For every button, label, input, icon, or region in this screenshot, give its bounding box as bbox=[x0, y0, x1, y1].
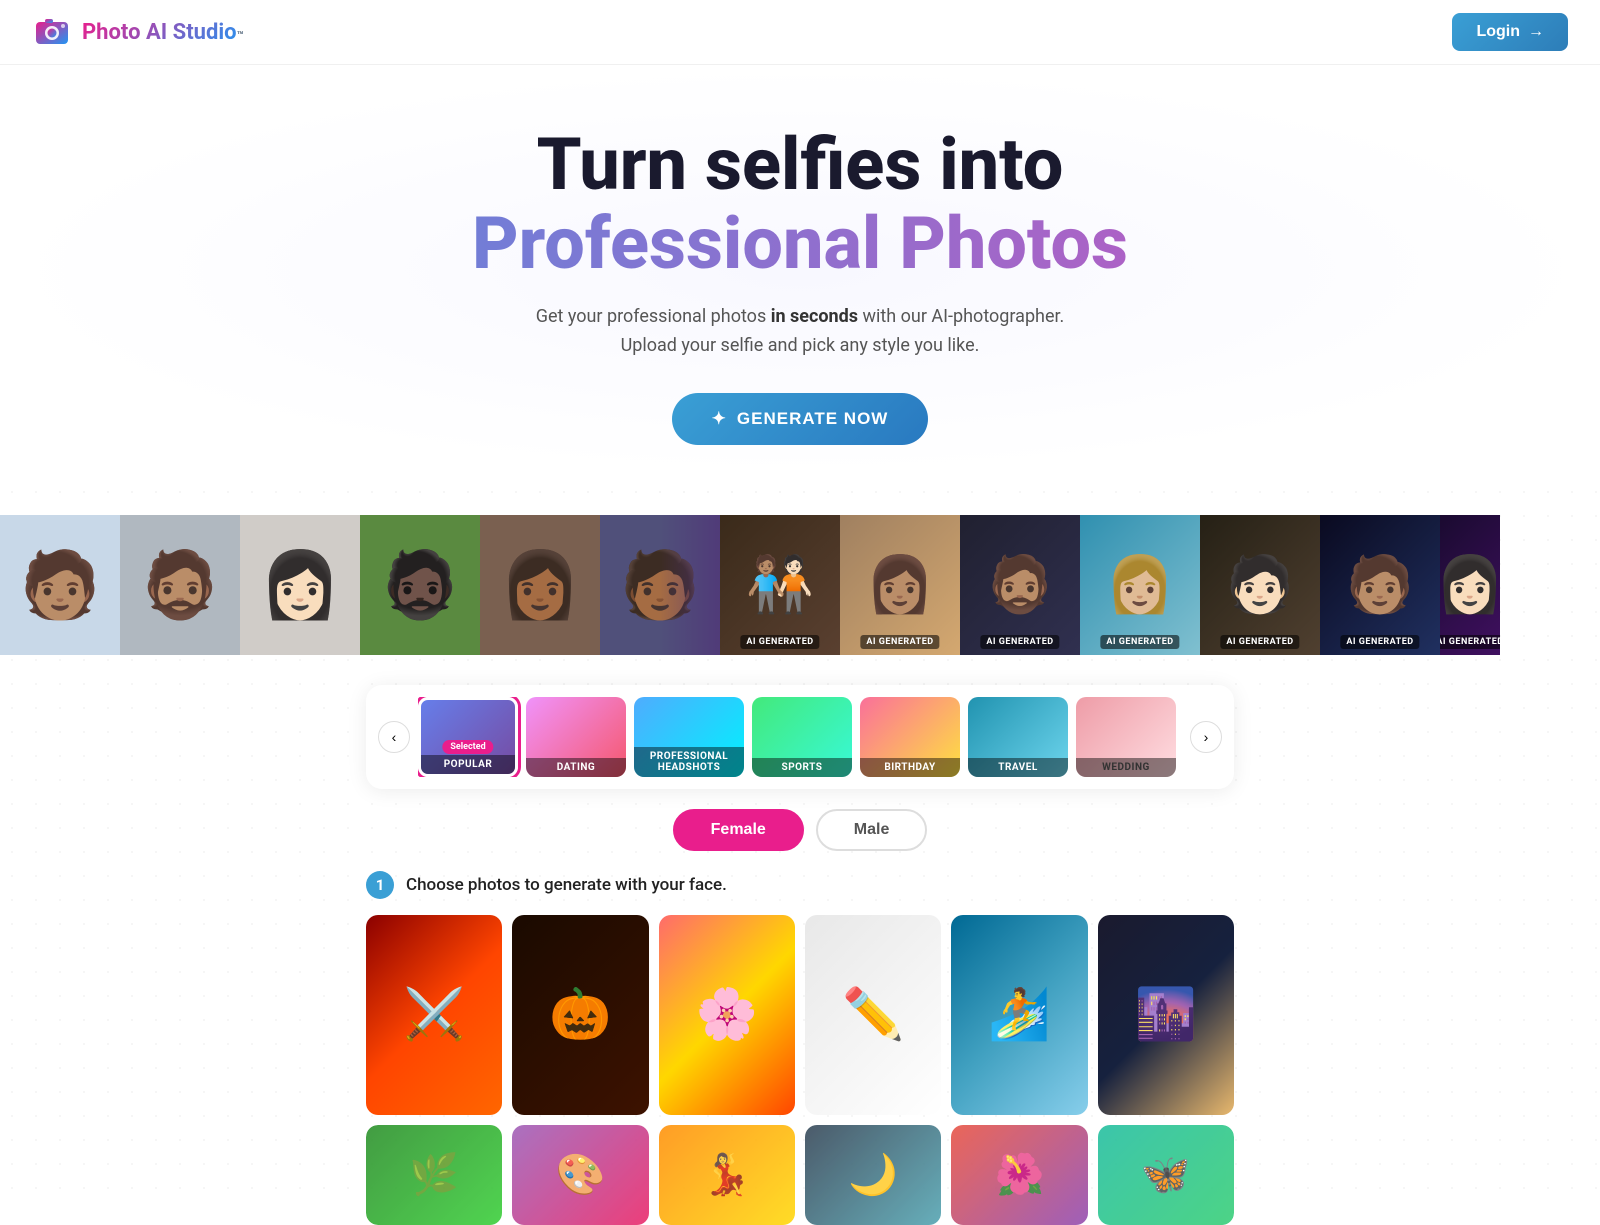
strip-photo-3: 👩🏻 bbox=[240, 515, 360, 655]
strip-ai-3: 🧔🏽 AI GENERATED bbox=[960, 515, 1080, 655]
strip-photo-1: 🧑🏽 bbox=[0, 515, 120, 655]
category-label-travel: TRAVEL bbox=[968, 758, 1068, 777]
photo-card-9[interactable]: 💃 bbox=[659, 1125, 795, 1225]
photo-card-4[interactable]: ✏️ bbox=[805, 915, 941, 1115]
ai-badge-7: AI GENERATED bbox=[1440, 635, 1500, 649]
photo-card-11[interactable]: 🌺 bbox=[951, 1125, 1087, 1225]
category-label-dating: DATING bbox=[526, 758, 626, 777]
strip-ai-4: 👩🏼 AI GENERATED bbox=[1080, 515, 1200, 655]
login-button[interactable]: Login → bbox=[1452, 13, 1568, 51]
category-dating[interactable]: DATING bbox=[526, 697, 626, 777]
ai-badge-2: AI GENERATED bbox=[860, 635, 939, 649]
category-label-sports: SPORTS bbox=[752, 758, 852, 777]
category-label-professional: PROFESSIONAL HEADSHOTS bbox=[634, 747, 744, 777]
photo-card-10[interactable]: 🌙 bbox=[805, 1125, 941, 1225]
step1-label: Choose photos to generate with your face… bbox=[406, 875, 727, 895]
photo-card-2[interactable]: 🎃 bbox=[512, 915, 648, 1115]
photo-card-6[interactable]: 🌆 bbox=[1098, 915, 1234, 1115]
step1-number: 1 bbox=[366, 871, 394, 899]
site-header: Photo AI Studio™ Login → bbox=[0, 0, 1600, 65]
strip-ai-5: 🧑🏻 AI GENERATED bbox=[1200, 515, 1320, 655]
photos-grid: ⚔️ 🎃 🌸 ✏️ 🏄 🌆 bbox=[366, 915, 1234, 1115]
logo-icon bbox=[32, 12, 72, 52]
logo-text: Photo AI Studio™ bbox=[82, 20, 244, 45]
strip-ai-7: 👩🏻 AI GENERATED bbox=[1440, 515, 1500, 655]
photo-strip: 🧑🏽 🧔🏽 👩🏻 🧔🏿 👩🏾 🧑🏾 🧑🏽‍🤝‍🧑🏻 AI GENERATED 👩… bbox=[0, 515, 1600, 655]
female-button[interactable]: Female bbox=[673, 809, 804, 851]
hero-title-line1: Turn selfies into bbox=[20, 125, 1580, 204]
strip-ai-2: 👩🏽 AI GENERATED bbox=[840, 515, 960, 655]
photos-grid-partial: 🌿 🎨 💃 🌙 🌺 🦋 bbox=[366, 1125, 1234, 1225]
ai-badge-1: AI GENERATED bbox=[740, 635, 819, 649]
photo-card-8[interactable]: 🎨 bbox=[512, 1125, 648, 1225]
category-label-birthday: BIRTHDAY bbox=[860, 758, 960, 777]
strip-photo-6: 🧑🏾 bbox=[600, 515, 720, 655]
category-popular[interactable]: POPULAR Selected bbox=[418, 697, 518, 777]
strip-ai-6: 🧑🏽 AI GENERATED bbox=[1320, 515, 1440, 655]
category-wedding[interactable]: WEDDING bbox=[1076, 697, 1176, 777]
ai-badge-6: AI GENERATED bbox=[1340, 635, 1419, 649]
category-label-popular: POPULAR bbox=[421, 755, 515, 774]
strip-photo-5: 👩🏾 bbox=[480, 515, 600, 655]
category-sports[interactable]: SPORTS bbox=[752, 697, 852, 777]
ai-badge-5: AI GENERATED bbox=[1220, 635, 1299, 649]
male-button[interactable]: Male bbox=[816, 809, 928, 851]
categories-next-button[interactable]: › bbox=[1190, 721, 1222, 753]
strip-photo-4: 🧔🏿 bbox=[360, 515, 480, 655]
strip-ai-1: 🧑🏽‍🤝‍🧑🏻 AI GENERATED bbox=[720, 515, 840, 655]
photo-card-7[interactable]: 🌿 bbox=[366, 1125, 502, 1225]
wand-icon: ✦ bbox=[712, 409, 727, 429]
strip-photo-2: 🧔🏽 bbox=[120, 515, 240, 655]
categories-section: ‹ POPULAR Selected DATING PROFESSIONAL H… bbox=[366, 685, 1234, 789]
ai-badge-4: AI GENERATED bbox=[1100, 635, 1179, 649]
hero-section: Turn selfies into Professional Photos Ge… bbox=[0, 65, 1600, 475]
photo-card-5[interactable]: 🏄 bbox=[951, 915, 1087, 1115]
ai-badge-3: AI GENERATED bbox=[980, 635, 1059, 649]
logo-area: Photo AI Studio™ bbox=[32, 12, 244, 52]
gender-toggle: Female Male bbox=[366, 809, 1234, 851]
category-professional[interactable]: PROFESSIONAL HEADSHOTS bbox=[634, 697, 744, 777]
category-travel[interactable]: TRAVEL bbox=[968, 697, 1068, 777]
categories-list: POPULAR Selected DATING PROFESSIONAL HEA… bbox=[418, 697, 1182, 777]
category-label-wedding: WEDDING bbox=[1076, 758, 1176, 777]
category-birthday[interactable]: BIRTHDAY bbox=[860, 697, 960, 777]
generate-now-button[interactable]: ✦ GENERATE NOW bbox=[672, 393, 929, 445]
hero-title-line2: Professional Photos bbox=[20, 204, 1580, 283]
categories-scroll: ‹ POPULAR Selected DATING PROFESSIONAL H… bbox=[378, 697, 1222, 777]
photo-card-1[interactable]: ⚔️ bbox=[366, 915, 502, 1115]
hero-subtitle: Get your professional photos in seconds … bbox=[20, 303, 1580, 361]
selected-badge-popular: Selected bbox=[442, 740, 493, 754]
photo-card-3[interactable]: 🌸 bbox=[659, 915, 795, 1115]
step1-header: 1 Choose photos to generate with your fa… bbox=[366, 871, 1234, 899]
categories-prev-button[interactable]: ‹ bbox=[378, 721, 410, 753]
photo-card-12[interactable]: 🦋 bbox=[1098, 1125, 1234, 1225]
step1-section: 1 Choose photos to generate with your fa… bbox=[366, 871, 1234, 1115]
hero-title: Turn selfies into Professional Photos bbox=[20, 125, 1580, 283]
